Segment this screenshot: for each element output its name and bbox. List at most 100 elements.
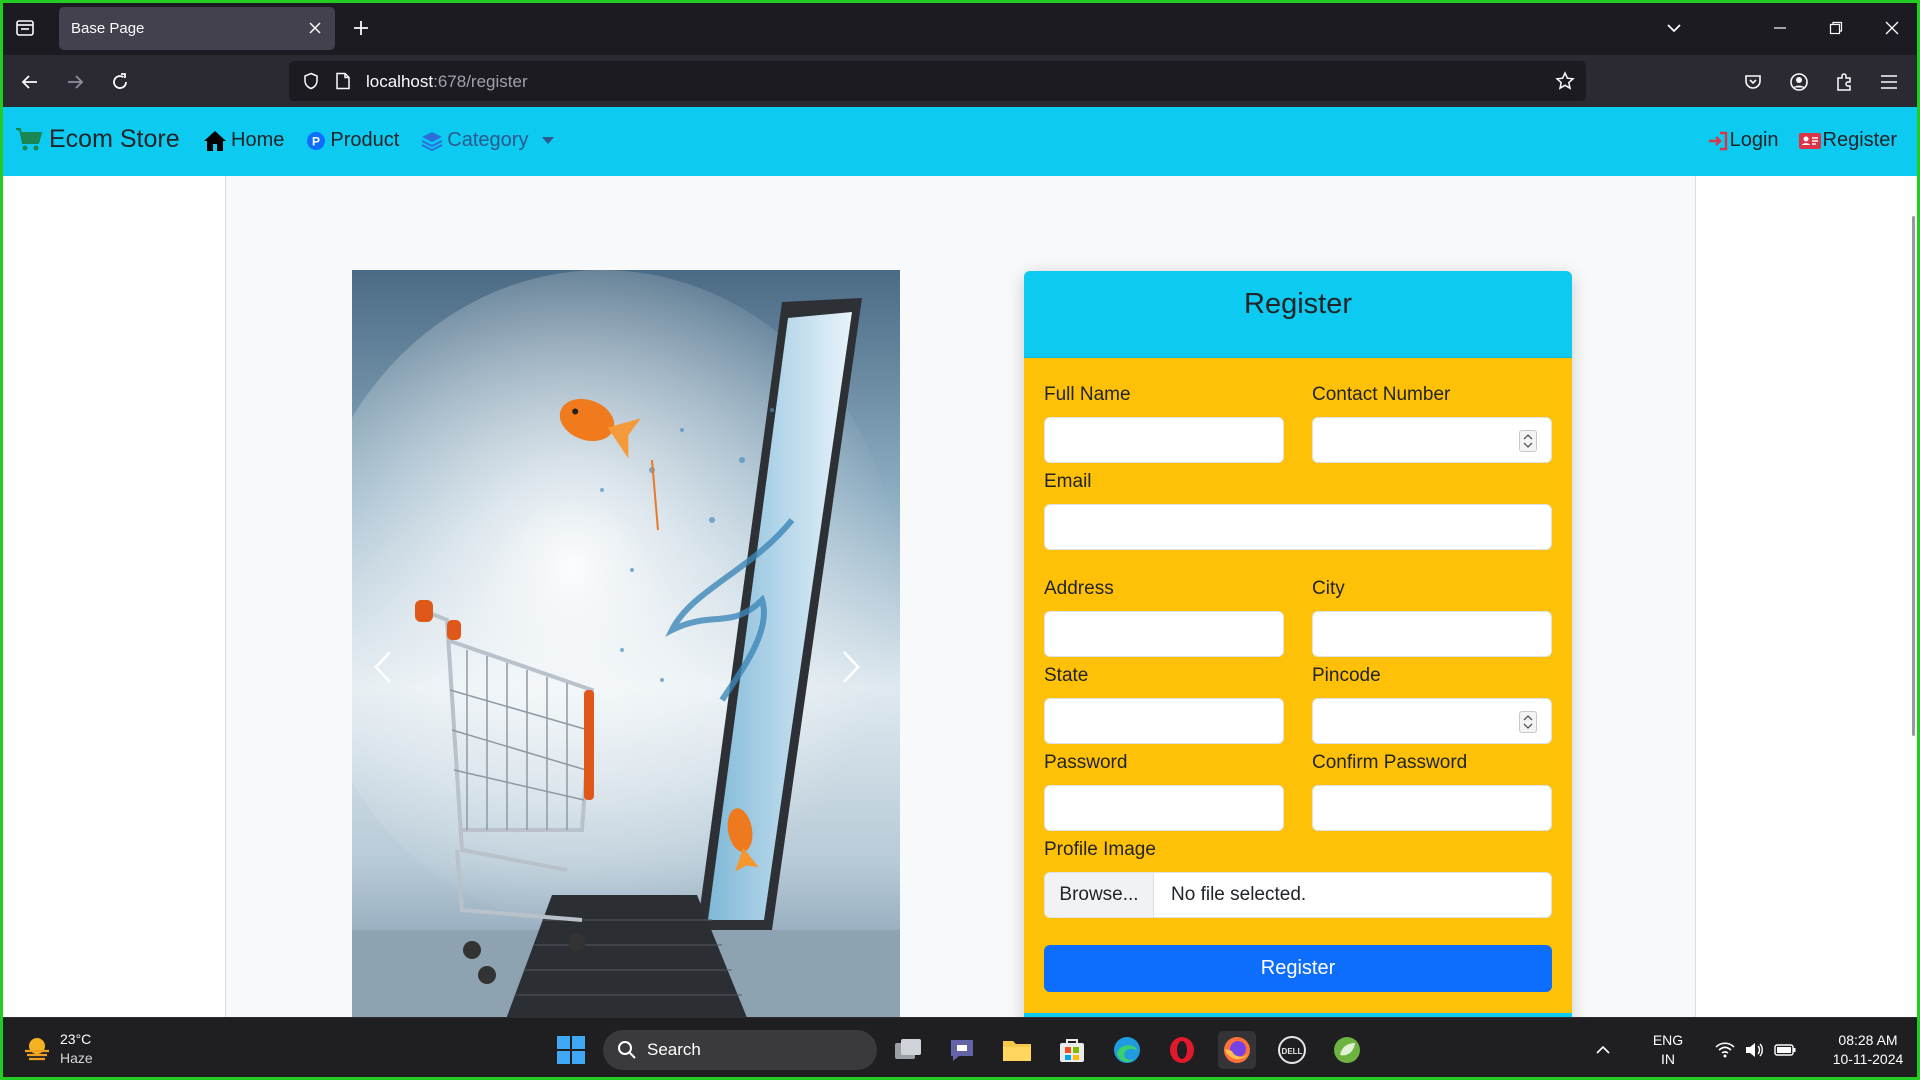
browser-tab[interactable]: Base Page xyxy=(59,7,335,50)
brand-link[interactable]: Ecom Store xyxy=(15,125,180,154)
search-icon xyxy=(618,1041,636,1059)
browse-button[interactable]: Browse... xyxy=(1045,873,1154,917)
page-scrollbar[interactable] xyxy=(1912,176,1917,776)
city-input[interactable] xyxy=(1312,611,1552,657)
tab-title: Base Page xyxy=(71,20,145,37)
new-tab-icon[interactable] xyxy=(348,15,374,41)
nav-category-dropdown[interactable]: Category xyxy=(421,129,555,152)
opera-browser-icon[interactable] xyxy=(1163,1031,1201,1069)
number-stepper-icon[interactable] xyxy=(1519,711,1537,733)
window-controls xyxy=(1752,0,1920,55)
carousel-image xyxy=(352,270,900,1017)
reload-icon[interactable] xyxy=(105,67,135,97)
windows-start-icon[interactable] xyxy=(552,1031,590,1069)
teams-chat-icon[interactable] xyxy=(943,1031,981,1069)
battery-icon[interactable] xyxy=(1770,1043,1800,1056)
password-label: Password xyxy=(1044,752,1128,773)
shield-icon[interactable] xyxy=(300,70,322,92)
url-path: :678/register xyxy=(433,72,528,91)
firefox-browser-icon[interactable] xyxy=(1218,1031,1256,1069)
address-bar[interactable]: localhost:678/register xyxy=(289,61,1586,101)
carousel-next-chevron-icon[interactable] xyxy=(840,650,880,700)
home-icon xyxy=(204,130,226,151)
file-status-text: No file selected. xyxy=(1171,884,1307,905)
carousel-prev-chevron-icon[interactable] xyxy=(372,650,412,700)
id-card-icon xyxy=(1798,132,1821,149)
scrollbar-thumb[interactable] xyxy=(1912,216,1915,736)
nav-register-label: Register xyxy=(1822,129,1897,151)
minimize-icon[interactable] xyxy=(1752,0,1808,55)
chevron-down-icon[interactable] xyxy=(1660,14,1688,42)
tab-list-icon[interactable] xyxy=(12,15,38,41)
register-submit-button[interactable]: Register xyxy=(1044,945,1552,992)
password-input[interactable] xyxy=(1044,785,1284,831)
file-explorer-icon[interactable] xyxy=(998,1031,1036,1069)
nav-product-label: Product xyxy=(330,129,400,151)
extensions-icon[interactable] xyxy=(1829,67,1859,97)
url-text: localhost:678/register xyxy=(366,72,528,92)
wifi-icon[interactable] xyxy=(1710,1041,1740,1058)
volume-icon[interactable] xyxy=(1740,1042,1770,1058)
nav-home[interactable]: Home xyxy=(203,129,284,152)
microsoft-store-icon[interactable] xyxy=(1053,1031,1091,1069)
auth-nav: Login Register xyxy=(1708,129,1897,152)
nav-home-label: Home xyxy=(231,129,285,151)
brand-name: Ecom Store xyxy=(49,125,180,153)
close-window-icon[interactable] xyxy=(1864,0,1920,55)
spring-tool-suite-icon[interactable] xyxy=(1328,1031,1366,1069)
pincode-input[interactable] xyxy=(1312,698,1552,744)
state-label: State xyxy=(1044,665,1089,686)
region-code: IN xyxy=(1661,1050,1675,1067)
full-name-label: Full Name xyxy=(1044,384,1131,405)
chevron-up-icon[interactable] xyxy=(1588,1045,1618,1055)
tab-close-icon[interactable] xyxy=(305,18,325,38)
dell-icon[interactable]: DELL xyxy=(1273,1031,1311,1069)
system-tray: ENG IN 08:28 AM 10-11-2024 xyxy=(1588,1018,1920,1080)
register-card-header: Register xyxy=(1024,271,1572,358)
weather-temp: 23°C xyxy=(60,1031,92,1047)
pocket-icon[interactable] xyxy=(1738,67,1768,97)
bookmark-star-icon[interactable] xyxy=(1554,70,1576,92)
nav-login[interactable]: Login xyxy=(1708,129,1779,152)
confirm-password-input[interactable] xyxy=(1312,785,1552,831)
search-label: Search xyxy=(647,1040,701,1059)
browser-tab-bar: Base Page xyxy=(0,0,1920,55)
edge-browser-icon[interactable] xyxy=(1108,1031,1146,1069)
menu-icon[interactable] xyxy=(1874,67,1904,97)
taskbar-search[interactable]: Search xyxy=(603,1030,877,1070)
address-input[interactable] xyxy=(1044,611,1284,657)
primary-nav: Home P Product Category xyxy=(203,129,555,152)
address-label: Address xyxy=(1044,578,1114,599)
nav-category-label: Category xyxy=(447,129,529,151)
haze-weather-icon xyxy=(25,1038,49,1061)
weather-widget[interactable]: 23°C Haze xyxy=(22,1030,93,1068)
task-view-icon[interactable] xyxy=(889,1031,927,1069)
clock[interactable]: 08:28 AM 10-11-2024 xyxy=(1820,1031,1916,1069)
register-title: Register xyxy=(1244,288,1352,320)
svg-text:P: P xyxy=(312,134,320,148)
city-label: City xyxy=(1312,578,1345,599)
profile-image-file-input[interactable]: Browse... No file selected. xyxy=(1044,872,1552,918)
image-carousel xyxy=(352,270,900,1017)
register-card: Register Full Name Contact Number Email … xyxy=(1024,271,1572,1017)
email-input[interactable] xyxy=(1044,504,1552,550)
nav-login-label: Login xyxy=(1729,129,1779,151)
account-icon[interactable] xyxy=(1784,67,1814,97)
state-input[interactable] xyxy=(1044,698,1284,744)
contact-number-input[interactable] xyxy=(1312,417,1552,463)
nav-product[interactable]: P Product xyxy=(306,129,399,152)
input-language[interactable]: ENG IN xyxy=(1638,1031,1698,1069)
site-navbar: Ecom Store Home P Product Category Login xyxy=(3,107,1917,176)
login-icon xyxy=(1708,131,1727,150)
restore-icon[interactable] xyxy=(1808,0,1864,55)
clock-time: 08:28 AM xyxy=(1838,1031,1898,1048)
main-container: Register Full Name Contact Number Email … xyxy=(225,176,1696,1017)
back-arrow-icon[interactable] xyxy=(15,67,45,97)
page-info-icon[interactable] xyxy=(332,70,354,92)
forward-arrow-icon[interactable] xyxy=(60,67,90,97)
browser-toolbar: localhost:678/register xyxy=(0,55,1920,107)
nav-register[interactable]: Register xyxy=(1798,129,1897,152)
number-stepper-icon[interactable] xyxy=(1519,430,1537,452)
language-code: ENG xyxy=(1652,1031,1684,1048)
full-name-input[interactable] xyxy=(1044,417,1284,463)
